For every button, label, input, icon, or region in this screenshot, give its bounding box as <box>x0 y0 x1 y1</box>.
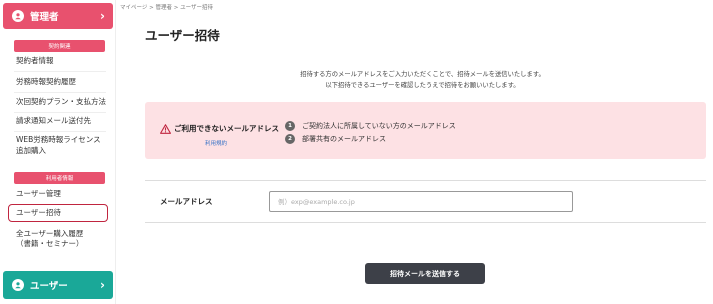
number-badge: 2 <box>285 134 295 144</box>
sidebar-item-user-management[interactable]: ユーザー管理 <box>16 189 61 199</box>
sidebar: 管理者 › 契約関連 契約者情報 労務時報契約履歴 次回契約プラン・支払方法 請… <box>0 0 116 304</box>
sidebar-item-web-license[interactable]: WEB労務時報ライセンス <box>16 135 101 145</box>
warning-item-text: ご契約法人に所属していない方のメールアドレス <box>302 122 456 130</box>
section-tag-users: 利用者情報 <box>14 172 105 184</box>
warning-title: ご利用できないメールアドレス <box>160 123 279 134</box>
warning-title-text: ご利用できないメールアドレス <box>174 124 279 133</box>
page-title: ユーザー招待 <box>145 28 220 43</box>
breadcrumb: マイページ > 管理者 > ユーザー招待 <box>120 5 213 11</box>
divider <box>14 131 106 132</box>
terms-link[interactable]: 利用規約 <box>205 139 227 147</box>
warning-item-text: 部署共有のメールアドレス <box>302 135 386 143</box>
chevron-right-icon: › <box>100 9 105 23</box>
admin-label: 管理者 <box>30 12 59 23</box>
warning-item: 1 ご契約法人に所属していない方のメールアドレス <box>285 121 456 131</box>
divider <box>14 112 106 113</box>
intro-text-line1: 招待する方のメールアドレスをご入力いただくことで、招待メールを送信いたします。 <box>300 71 545 78</box>
divider <box>14 71 106 72</box>
number-badge: 1 <box>285 121 295 131</box>
form-row-top-border <box>145 180 706 181</box>
section-tag-contract: 契約関連 <box>14 40 105 52</box>
sidebar-item-contractor-info[interactable]: 契約者情報 <box>16 56 54 66</box>
sidebar-item-contract-history[interactable]: 労務時報契約履歴 <box>16 77 76 87</box>
email-input[interactable] <box>269 191 573 212</box>
sidebar-item-next-plan[interactable]: 次回契約プラン・支払方法 <box>16 97 106 107</box>
admin-menu-header[interactable]: 管理者 › <box>3 3 113 29</box>
warning-box: ご利用できないメールアドレス 利用規約 1 ご契約法人に所属していない方のメール… <box>145 102 706 159</box>
user-menu-header[interactable]: ユーザー › <box>3 271 113 299</box>
user-circle-icon <box>12 279 24 291</box>
divider <box>14 92 106 93</box>
form-row-bottom-border <box>145 222 706 223</box>
chevron-right-icon: › <box>100 278 105 292</box>
sidebar-item-purchase-history-sub[interactable]: （書籍・セミナー） <box>16 239 84 249</box>
warning-item: 2 部署共有のメールアドレス <box>285 134 386 144</box>
email-label: メールアドレス <box>160 197 213 206</box>
warning-icon <box>160 123 171 134</box>
user-circle-icon <box>12 10 24 22</box>
user-label: ユーザー <box>30 281 68 292</box>
sidebar-item-purchase-history[interactable]: 全ユーザー購入履歴 <box>16 229 83 239</box>
sidebar-item-web-license-purchase[interactable]: 追加購入 <box>16 146 46 156</box>
send-invite-button[interactable]: 招待メールを送信する <box>365 263 485 284</box>
sidebar-item-billing-email[interactable]: 請求通知メール送付先 <box>16 116 91 126</box>
sidebar-item-user-invite[interactable]: ユーザー招待 <box>8 204 108 222</box>
intro-text-line2: 以下招待できるユーザーを確認したうえで招待をお願いいたします。 <box>325 82 520 89</box>
